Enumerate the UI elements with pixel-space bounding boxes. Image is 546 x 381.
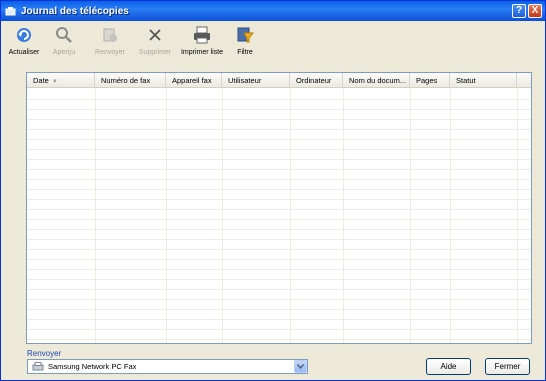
- column-user-label: Utilisateur: [228, 76, 262, 85]
- grid-row-line: [27, 169, 531, 170]
- preview-label: Aperçu: [52, 49, 76, 56]
- delete-label: Supprimer: [138, 49, 172, 56]
- chevron-down-icon: [297, 364, 304, 369]
- column-fax-number-label: Numéro de fax: [101, 76, 151, 85]
- sort-arrow-icon: ▼: [51, 79, 58, 85]
- fax-app-icon: [5, 6, 16, 15]
- selected-fax-device: Samsung Network PC Fax: [48, 362, 137, 371]
- close-title-button[interactable]: X: [528, 4, 542, 18]
- title-buttons: ? X: [512, 4, 542, 18]
- column-header-fax-number[interactable]: Numéro de fax: [95, 73, 166, 88]
- print-list-label: Imprimer liste: [180, 49, 223, 56]
- fax-journal-window: Journal des télécopies ? X Actualiser Ap…: [0, 0, 546, 381]
- fax-device-combobox[interactable]: Samsung Network PC Fax: [27, 359, 308, 374]
- column-date-label: Date: [33, 76, 49, 85]
- grid-row-line: [27, 239, 531, 240]
- column-header-date[interactable]: Date ▼: [27, 73, 95, 88]
- grid-row-line: [27, 149, 531, 150]
- grid-row-line: [27, 189, 531, 190]
- help-button[interactable]: Aide: [426, 358, 471, 375]
- delete-button[interactable]: Supprimer: [133, 23, 177, 67]
- grid-row-line: [27, 259, 531, 260]
- magnifier-icon: [54, 25, 74, 45]
- grid-row-line: [27, 219, 531, 220]
- grid-row-line: [27, 129, 531, 130]
- column-header-user[interactable]: Utilisateur: [222, 73, 290, 88]
- grid-row-line: [27, 209, 531, 210]
- grid-column-line: [343, 89, 344, 343]
- window-title: Journal des télécopies: [21, 5, 129, 17]
- grid-row-line: [27, 179, 531, 180]
- column-computer-label: Ordinateur: [296, 76, 332, 85]
- fax-device-icon: [32, 362, 44, 371]
- dropdown-button[interactable]: [294, 360, 307, 373]
- grid-row-line: [27, 319, 531, 320]
- refresh-label: Actualiser: [8, 49, 40, 56]
- grid-column-line: [517, 89, 518, 343]
- refresh-button[interactable]: Actualiser: [7, 23, 41, 67]
- column-header-fax-device[interactable]: Appareil fax: [166, 73, 222, 88]
- grid-row-line: [27, 159, 531, 160]
- grid-row-line: [27, 109, 531, 110]
- filter-label: Filtre: [237, 49, 253, 56]
- print-list-button[interactable]: Imprimer liste: [177, 23, 227, 67]
- preview-button[interactable]: Aperçu: [41, 23, 87, 67]
- fax-log-list[interactable]: Date ▼ Numéro de fax Appareil fax Utilisa…: [26, 72, 532, 344]
- column-fax-device-label: Appareil fax: [172, 76, 212, 85]
- resend-fax-icon: [100, 25, 120, 45]
- filter-button[interactable]: Filtre: [227, 23, 263, 67]
- grid-column-line: [290, 89, 291, 343]
- grid-column-line: [166, 89, 167, 343]
- delete-x-icon: [145, 25, 165, 45]
- grid-column-line: [410, 89, 411, 343]
- help-title-button[interactable]: ?: [512, 4, 526, 18]
- column-header-pages[interactable]: Pages: [410, 73, 450, 88]
- column-pages-label: Pages: [416, 76, 438, 85]
- list-header: Date ▼ Numéro de fax Appareil fax Utilisa…: [27, 73, 531, 88]
- grid-row-line: [27, 139, 531, 140]
- empty-grid: [27, 89, 531, 343]
- grid-row-line: [27, 269, 531, 270]
- column-header-computer[interactable]: Ordinateur: [290, 73, 343, 88]
- grid-row-line: [27, 279, 531, 280]
- grid-row-line: [27, 299, 531, 300]
- close-button[interactable]: Fermer: [485, 358, 530, 375]
- column-header-document-name[interactable]: Nom du docum...: [343, 73, 410, 88]
- grid-row-line: [27, 249, 531, 250]
- grid-row-line: [27, 329, 531, 330]
- toolbar: Actualiser Aperçu Renvoyer Supprimer Imp…: [7, 23, 263, 67]
- grid-row-line: [27, 229, 531, 230]
- grid-column-line: [450, 89, 451, 343]
- grid-column-line: [95, 89, 96, 343]
- grid-row-line: [27, 289, 531, 290]
- grid-row-line: [27, 119, 531, 120]
- filter-icon: [235, 25, 255, 45]
- resend-section-label: Renvoyer: [27, 349, 62, 358]
- grid-row-line: [27, 199, 531, 200]
- grid-row-line: [27, 339, 531, 340]
- grid-row-line: [27, 99, 531, 100]
- column-document-name-label: Nom du docum...: [349, 76, 407, 85]
- resend-label: Renvoyer: [95, 49, 125, 56]
- column-status-label: Statut: [456, 76, 476, 85]
- resend-button[interactable]: Renvoyer: [87, 23, 133, 67]
- grid-column-line: [222, 89, 223, 343]
- printer-icon: [192, 25, 212, 45]
- title-bar[interactable]: Journal des télécopies ? X: [1, 1, 545, 21]
- refresh-icon: [14, 25, 34, 45]
- column-header-status[interactable]: Statut: [450, 73, 517, 88]
- grid-row-line: [27, 309, 531, 310]
